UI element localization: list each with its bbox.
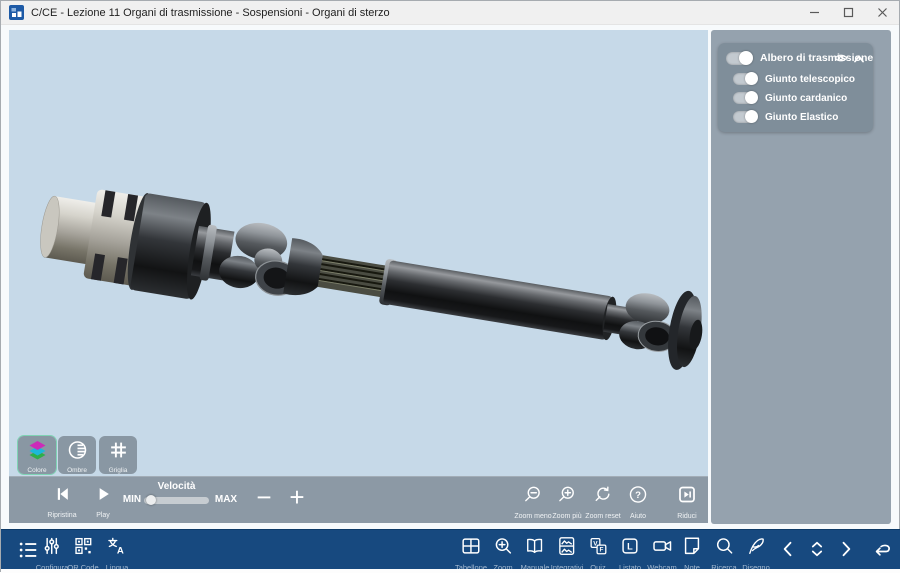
3d-viewport[interactable]: Colore Ombre Griglia	[9, 30, 708, 476]
speed-increase-button[interactable]: +	[289, 478, 304, 516]
grid-hash-icon	[108, 439, 129, 466]
eye-icon[interactable]	[834, 51, 848, 69]
zoom-reset-label: Zoom reset	[585, 513, 620, 520]
chevron-up-icon[interactable]	[853, 51, 865, 69]
quiz-vf-icon: V F	[587, 535, 609, 562]
svg-text:L: L	[627, 542, 633, 552]
layer-label: Giunto cardanico	[765, 93, 847, 104]
bottom-toolbar: Configura QR Code A Lingua	[1, 529, 900, 569]
titlebar: C/CE - Lezione 11 Organi di trasmissione…	[1, 1, 899, 25]
layer-row-giunto-telescopico: Giunto telescopico	[733, 72, 855, 86]
window-controls	[797, 1, 899, 24]
manuale-button[interactable]: Manuale	[521, 535, 550, 572]
window-title: C/CE - Lezione 11 Organi di trasmissione…	[31, 7, 390, 19]
svg-text:?: ?	[635, 490, 641, 501]
giunto-telescopico-toggle[interactable]	[733, 73, 757, 85]
grid-button-label: Griglia	[109, 467, 128, 474]
svg-text:F: F	[600, 547, 604, 554]
speed-decrease-button[interactable]: −	[256, 478, 271, 516]
grid-button[interactable]: Griglia	[99, 436, 137, 474]
help-button[interactable]: ? Aiuto	[628, 484, 649, 520]
disegno-button[interactable]: Disegno	[742, 535, 770, 572]
chevron-right-icon[interactable]	[836, 539, 856, 564]
qr-code-button[interactable]: QR Code	[67, 535, 98, 572]
shadows-button-label: Ombre	[67, 467, 87, 474]
speed-min-label: MIN	[123, 494, 141, 505]
minimize-icon[interactable]	[797, 1, 831, 24]
zoom-in-button[interactable]: Zoom più	[552, 484, 581, 520]
app-window: C/CE - Lezione 11 Organi di trasmissione…	[0, 0, 900, 572]
app-icon	[9, 5, 24, 20]
shadow-sphere-icon	[67, 439, 88, 466]
lingua-button[interactable]: A Lingua	[106, 535, 129, 572]
giunto-cardanico-toggle[interactable]	[733, 92, 757, 104]
speed-max-label: MAX	[215, 494, 237, 505]
color-layers-icon	[27, 439, 48, 466]
webcam-button[interactable]: Webcam	[647, 535, 676, 572]
note-button[interactable]: Note	[681, 535, 703, 572]
driveshaft-3d-model	[9, 30, 708, 476]
color-button-label: Colore	[27, 467, 46, 474]
play-button[interactable]: Play	[93, 484, 113, 519]
speed-slider-knob[interactable]	[146, 495, 156, 505]
search-icon	[713, 535, 735, 562]
zoom-out-label: Zoom meno	[514, 513, 551, 520]
restart-button-label: Ripristina	[47, 512, 76, 519]
help-icon: ?	[628, 484, 649, 510]
reduce-button[interactable]: Riduci	[677, 484, 698, 520]
speed-slider[interactable]	[144, 497, 209, 504]
configura-button[interactable]: Configura	[36, 535, 69, 572]
webcam-icon	[651, 535, 673, 562]
stacked-images-icon	[556, 535, 578, 562]
parts-panel: Albero di trasmissione Giunto telescop	[711, 30, 891, 524]
layer-row-giunto-cardanico: Giunto cardanico	[733, 91, 847, 105]
zoom-out-button[interactable]: Zoom meno	[514, 484, 551, 520]
chevron-left-icon[interactable]	[778, 539, 798, 564]
maximize-icon[interactable]	[831, 1, 865, 24]
tabellone-button[interactable]: Tabellone	[455, 535, 487, 572]
collapse-right-icon	[677, 484, 698, 510]
zoom-reset-button[interactable]: Zoom reset	[585, 484, 620, 520]
sliders-icon	[41, 535, 63, 562]
open-book-icon	[524, 535, 546, 562]
layer-row-albero-di-trasmissione: Albero di trasmissione	[726, 51, 865, 65]
restart-button[interactable]: Ripristina	[47, 484, 76, 519]
playback-toolbar: Ripristina Play MIN Velocità MAX − + Zoo…	[9, 476, 708, 523]
help-label: Aiuto	[630, 513, 646, 520]
layers-panel: Albero di trasmissione Giunto telescop	[718, 43, 873, 132]
zoom-in-icon	[557, 484, 578, 510]
zoom-in-label: Zoom più	[552, 513, 581, 520]
skip-start-icon	[52, 484, 72, 509]
close-icon[interactable]	[865, 1, 899, 24]
window-bottom-strip	[1, 569, 900, 573]
listato-button[interactable]: L Listato	[619, 535, 641, 572]
layer-label: Giunto telescopico	[765, 74, 855, 85]
magnifier-plus-icon	[492, 535, 514, 562]
ricerca-button[interactable]: Ricerca	[711, 535, 736, 572]
color-button[interactable]: Colore	[18, 436, 56, 474]
svg-text:A: A	[117, 545, 124, 556]
qr-code-icon	[72, 535, 94, 562]
layer-label: Giunto Elastico	[765, 112, 838, 123]
zoom-button[interactable]: Zoom	[492, 535, 514, 572]
pen-icon	[745, 535, 767, 562]
quiz-button[interactable]: V F Quiz	[587, 535, 609, 572]
speed-title: Velocità	[144, 481, 209, 492]
play-icon	[93, 484, 113, 509]
giunto-elastico-toggle[interactable]	[733, 111, 757, 123]
return-arrow-icon[interactable]	[870, 539, 894, 564]
chevron-up-down-icon[interactable]	[807, 539, 827, 564]
layer-row-giunto-elastico: Giunto Elastico	[733, 110, 838, 124]
listing-l-icon: L	[619, 535, 641, 562]
shadows-button[interactable]: Ombre	[58, 436, 96, 474]
note-page-icon	[681, 535, 703, 562]
translate-icon: A	[106, 535, 128, 562]
play-button-label: Play	[96, 512, 110, 519]
reduce-label: Riduci	[677, 513, 696, 520]
table-grid-icon	[460, 535, 482, 562]
integrativi-button[interactable]: Integrativi	[551, 535, 584, 572]
zoom-reset-icon	[593, 484, 614, 510]
zoom-out-icon	[522, 484, 543, 510]
albero-di-trasmissione-toggle[interactable]	[726, 52, 752, 65]
